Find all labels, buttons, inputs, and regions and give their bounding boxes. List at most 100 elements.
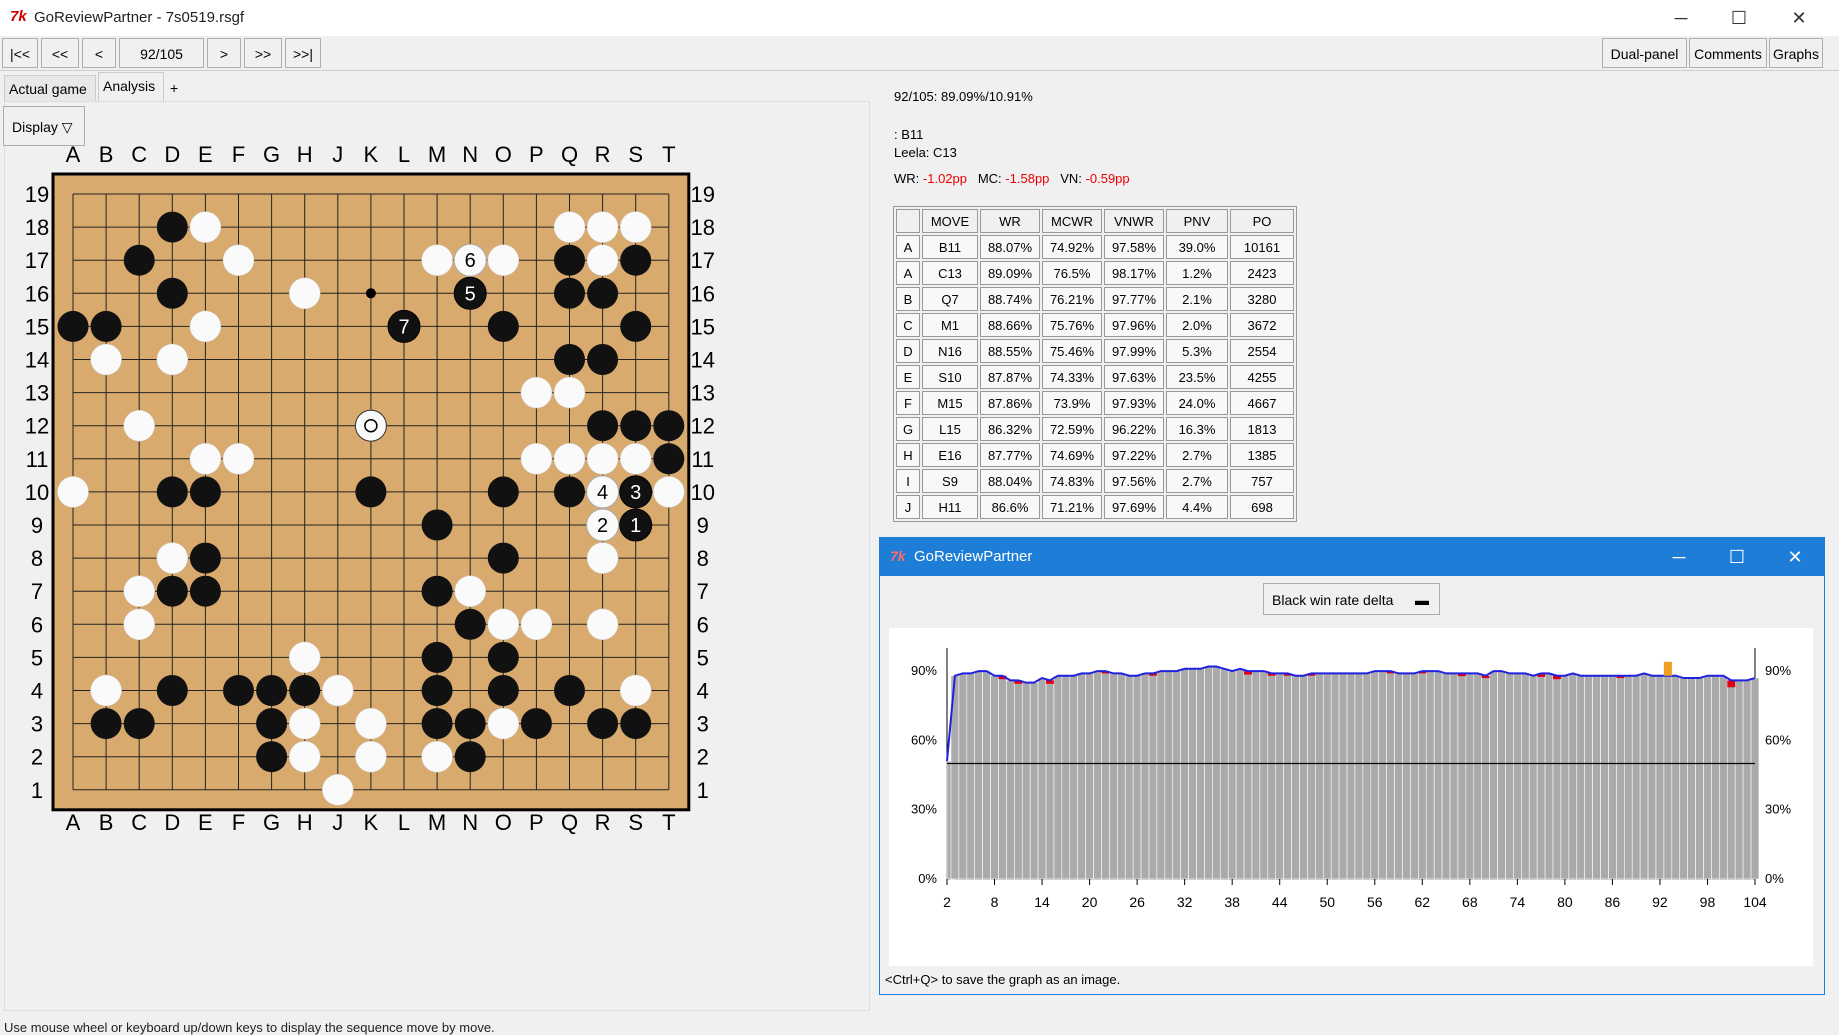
close-button[interactable]: ✕ <box>1770 0 1828 36</box>
forward-10-button[interactable]: >> <box>244 38 282 68</box>
graph-bar <box>1631 675 1641 880</box>
row-label: 4 <box>31 679 43 704</box>
graph-window: 7k GoReviewPartner ─ ☐ ✕ Black win rate … <box>879 537 1825 995</box>
graph-bar <box>1140 673 1150 880</box>
graph-type-label: Black win rate delta <box>1272 592 1394 608</box>
win-rate-graph[interactable]: 0% 0% 30% 30% 60% 60% 90% 90% 2 8 14 20 26 32 38 44 50 56… <box>889 628 1813 966</box>
table-row[interactable]: G L15 86.32% 72.59% 96.22% 16.3% 1813 <box>896 417 1294 441</box>
table-cell: 1.2% <box>1166 261 1228 285</box>
last-move-button[interactable]: >>| <box>285 38 321 68</box>
x-tick-label: 26 <box>1129 894 1145 910</box>
go-board[interactable]: AABBCCDDEEFFGGHHJJKKLLMMNNOOPPQQRRSSTT19… <box>5 102 869 1010</box>
next-move-button[interactable]: > <box>207 38 241 68</box>
column-label: J <box>332 142 343 167</box>
table-cell: L15 <box>922 417 978 441</box>
table-row[interactable]: C M1 88.66% 75.76% 97.96% 2.0% 3672 <box>896 313 1294 337</box>
row-label: 14 <box>25 348 49 373</box>
table-row[interactable]: I S9 88.04% 74.83% 97.56% 2.7% 757 <box>896 469 1294 493</box>
black-stone <box>421 509 453 541</box>
window-title: GoReviewPartner - 7s0519.rsgf <box>34 9 245 26</box>
back-10-button[interactable]: << <box>41 38 79 68</box>
graph-bar <box>1552 675 1562 880</box>
column-label: S <box>628 810 643 835</box>
black-stone <box>421 641 453 673</box>
graph-bar <box>1148 673 1158 880</box>
graph-bar <box>1584 675 1593 880</box>
graph-bar <box>1235 668 1245 880</box>
add-tab-button[interactable]: + <box>166 75 184 101</box>
black-stone <box>487 542 519 574</box>
comments-button[interactable]: Comments <box>1689 38 1767 68</box>
maximize-button[interactable]: ☐ <box>1710 0 1768 36</box>
board-panel: A A B B C C D D E E F F G G H H J J K K L L M M N N O O P P Q Q R R S S T T 19… <box>4 101 870 1011</box>
column-label: H <box>297 142 313 167</box>
table-cell: 4667 <box>1230 391 1294 415</box>
black-stone <box>156 476 188 508</box>
graph-bar <box>1045 680 1055 880</box>
row-label: 13 <box>25 381 49 406</box>
graph-bar <box>1386 670 1395 880</box>
table-cell: Q7 <box>922 287 978 311</box>
display-button[interactable]: Display ▽ <box>3 106 85 146</box>
graph-bar <box>1616 675 1625 880</box>
table-row[interactable]: F M15 87.86% 73.9% 97.93% 24.0% 4667 <box>896 391 1294 415</box>
graph-type-select[interactable]: Black win rate delta ▬ <box>1263 583 1440 615</box>
graph-close-button[interactable]: ✕ <box>1766 538 1824 576</box>
graph-bar <box>1014 680 1023 880</box>
y-tick-label: 0% <box>918 871 937 886</box>
white-stone <box>586 608 619 641</box>
table-row[interactable]: H E16 87.77% 74.69% 97.22% 2.7% 1385 <box>896 443 1294 467</box>
sequence-number: 2 <box>597 515 608 537</box>
graph-bar <box>1307 673 1316 880</box>
column-label: C <box>131 810 147 835</box>
table-row[interactable]: J H11 86.6% 71.21% 97.69% 4.4% 698 <box>896 495 1294 519</box>
tab-actual-game[interactable]: Actual game <box>4 75 96 101</box>
table-cell: 88.07% <box>980 235 1040 259</box>
table-cell: J <box>896 495 920 519</box>
graph-bar <box>1322 673 1332 880</box>
graph-hint: <Ctrl+Q> to save the graph as an image. <box>885 972 1121 987</box>
graph-bar <box>998 675 1007 880</box>
table-cell: 75.46% <box>1042 339 1102 363</box>
table-row[interactable]: D N16 88.55% 75.46% 97.99% 5.3% 2554 <box>896 339 1294 363</box>
table-cell: 87.77% <box>980 443 1040 467</box>
black-stone <box>454 741 486 773</box>
graph-bar <box>1077 673 1086 880</box>
first-move-button[interactable]: |<< <box>2 38 38 68</box>
table-cell: 88.66% <box>980 313 1040 337</box>
black-stone <box>90 708 122 740</box>
graph-bar <box>1703 675 1712 880</box>
graph-bar <box>1639 673 1649 880</box>
delta-bar <box>1727 680 1736 688</box>
graph-bar <box>1465 673 1475 880</box>
white-stone <box>189 310 222 343</box>
x-tick-label: 92 <box>1652 894 1668 910</box>
row-label: 4 <box>697 679 709 704</box>
tab-analysis[interactable]: Analysis <box>98 72 164 101</box>
table-cell: 88.74% <box>980 287 1040 311</box>
table-cell: C <box>896 313 920 337</box>
dual-panel-button[interactable]: Dual-panel <box>1602 38 1687 68</box>
table-row[interactable]: B Q7 88.74% 76.21% 97.77% 2.1% 3280 <box>896 287 1294 311</box>
white-stone <box>288 707 321 740</box>
table-cell: 4.4% <box>1166 495 1228 519</box>
row-label: 6 <box>31 612 43 637</box>
table-row[interactable]: E S10 87.87% 74.33% 97.63% 23.5% 4255 <box>896 365 1294 389</box>
x-tick-label: 68 <box>1462 894 1478 910</box>
black-stone <box>620 244 652 276</box>
prev-move-button[interactable]: < <box>82 38 116 68</box>
table-header: PNV <box>1166 209 1228 233</box>
table-row[interactable]: A C13 89.09% 76.5% 98.17% 1.2% 2423 <box>896 261 1294 285</box>
black-stone <box>487 310 519 342</box>
graphs-button[interactable]: Graphs <box>1769 38 1823 68</box>
graph-bar <box>1734 680 1744 880</box>
minimize-button[interactable]: ─ <box>1652 0 1710 36</box>
graph-maximize-button[interactable]: ☐ <box>1708 538 1766 576</box>
graph-minimize-button[interactable]: ─ <box>1650 538 1708 576</box>
white-stone <box>421 244 453 276</box>
black-stone <box>189 542 221 574</box>
white-stone <box>487 707 520 740</box>
table-row[interactable]: A B11 88.07% 74.92% 97.58% 39.0% 10161 <box>896 235 1294 259</box>
table-cell: A <box>896 261 920 285</box>
column-label: E <box>198 810 213 835</box>
